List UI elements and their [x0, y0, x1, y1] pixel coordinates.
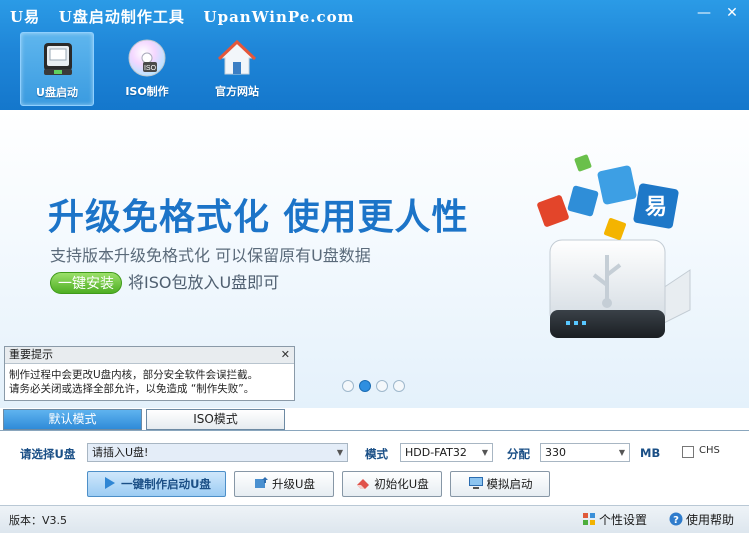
upgrade-usb-button[interactable]: 升级U盘: [234, 471, 334, 497]
notice-title: 重要提示: [9, 348, 53, 361]
nav-usb-boot[interactable]: U盘启动: [20, 32, 94, 106]
monitor-icon: [468, 477, 483, 489]
version-text: 版本：V3.5: [9, 514, 68, 527]
disk-select-label: 请选择U盘: [20, 447, 76, 461]
nav-label-usb-boot: U盘启动: [36, 86, 78, 99]
mode-select[interactable]: HDD-FAT32 ▼: [400, 443, 493, 462]
notice-header: 重要提示 ✕: [5, 347, 294, 364]
svg-text:ISO: ISO: [144, 65, 157, 72]
init-usb-label: 初始化U盘: [374, 477, 429, 491]
notice-line-2: 请务必关闭或选择全部允许，以免造成 “制作失败”。: [9, 383, 255, 395]
svg-text:?: ?: [673, 515, 679, 526]
nav-iso-make[interactable]: ISO ISO制作: [110, 32, 184, 106]
banner-headline: 升级免格式化 使用更人性: [48, 197, 469, 238]
mode-select-value: HDD-FAT32: [405, 446, 467, 459]
tab-default-mode[interactable]: 默认模式: [3, 409, 142, 430]
notice-close-icon[interactable]: ✕: [281, 347, 290, 363]
help-icon: ?: [669, 512, 683, 526]
nav-label-iso-make: ISO制作: [125, 85, 169, 98]
slide-dot[interactable]: [376, 380, 388, 392]
alloc-label: 分配: [507, 447, 530, 461]
one-click-install-badge[interactable]: 一键安装: [50, 272, 122, 294]
close-button[interactable]: ✕: [722, 4, 742, 22]
status-bar: 版本：V3.5 个性设置 ? 使用帮助: [0, 505, 749, 533]
alloc-select-value: 330: [545, 446, 566, 459]
usb-drive-icon: [44, 43, 72, 75]
init-usb-button[interactable]: 初始化U盘: [342, 471, 442, 497]
notice-body: 制作过程中会更改U盘内核，部分安全软件会误拦截。 请务必关闭或选择全部允许，以免…: [5, 364, 294, 400]
disc-icon: ISO: [128, 39, 166, 77]
usb-drive-illustration: 易: [537, 154, 691, 338]
slide-dot-active[interactable]: [359, 380, 371, 392]
nav-label-official-site: 官方网站: [215, 85, 259, 98]
tab-iso-mode[interactable]: ISO模式: [146, 409, 285, 430]
title-bar: U易 U盘启动制作工具 UpanWinPe.com — ✕ U盘启动 ISO I…: [0, 0, 749, 110]
svg-text:易: 易: [645, 195, 667, 220]
personal-settings-label: 个性设置: [599, 513, 648, 527]
help-label: 使用帮助: [686, 513, 735, 527]
alloc-select[interactable]: 330 ▼: [540, 443, 630, 462]
disk-select[interactable]: 请插入U盘! ▼: [87, 443, 348, 462]
simulate-boot-button[interactable]: 模拟启动: [450, 471, 550, 497]
chs-label: CHS: [699, 445, 720, 456]
eraser-icon: [357, 479, 370, 489]
minimize-button[interactable]: —: [694, 4, 714, 22]
notice-line-1: 制作过程中会更改U盘内核，部分安全软件会误拦截。: [9, 369, 259, 381]
personal-settings-link[interactable]: 个性设置: [582, 511, 647, 528]
upgrade-usb-label: 升级U盘: [272, 477, 315, 491]
upgrade-icon: [255, 477, 269, 488]
banner-tail-text: 将ISO包放入U盘即可: [128, 273, 280, 292]
banner-subline: 支持版本升级免格式化 可以保留原有U盘数据: [50, 246, 371, 265]
chevron-down-icon: ▼: [336, 448, 344, 457]
slide-dot[interactable]: [393, 380, 405, 392]
make-boot-usb-label: 一键制作启动U盘: [121, 477, 211, 491]
simulate-boot-label: 模拟启动: [486, 477, 533, 491]
help-link[interactable]: ? 使用帮助: [669, 511, 734, 528]
important-notice: 重要提示 ✕ 制作过程中会更改U盘内核，部分安全软件会误拦截。 请务必关闭或选择…: [4, 346, 295, 401]
make-boot-usb-button[interactable]: 一键制作启动U盘: [87, 471, 226, 497]
chs-checkbox[interactable]: [682, 446, 694, 458]
grid-settings-icon: [583, 513, 595, 525]
mode-label: 模式: [365, 447, 388, 461]
alloc-unit: MB: [640, 446, 661, 460]
disk-select-value: 请插入U盘!: [92, 446, 149, 459]
chevron-down-icon: ▼: [618, 448, 626, 457]
home-icon: [217, 39, 257, 75]
tab-divider: [0, 430, 749, 431]
window-title: U易 U盘启动制作工具 UpanWinPe.com: [10, 8, 355, 26]
slide-dot[interactable]: [342, 380, 354, 392]
nav-official-site[interactable]: 官方网站: [200, 32, 274, 106]
chevron-down-icon: ▼: [481, 448, 489, 457]
play-icon: [105, 477, 116, 489]
